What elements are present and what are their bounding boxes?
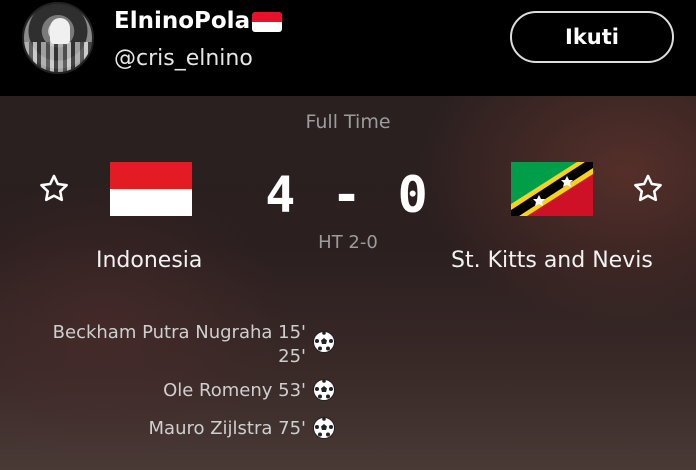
away-team-name[interactable]: St. Kitts and Nevis (451, 248, 653, 273)
goal-ball-icon (312, 378, 336, 402)
match-card[interactable]: Full Time 4 - 0 HT 2-0 Indonesia St. Kit… (0, 96, 696, 470)
avatar[interactable] (22, 2, 94, 74)
match-status: Full Time (305, 111, 391, 133)
home-team-name[interactable]: Indonesia (96, 248, 202, 273)
goal-ball-icon (312, 330, 336, 354)
follow-button[interactable]: Ikuti (510, 11, 674, 63)
scorer-1-extra: 25' (278, 346, 306, 367)
tweet-header: ElninoPola @cris_elnino Ikuti (0, 0, 696, 96)
avatar-crowd (24, 42, 92, 72)
goal-ball-icon (312, 416, 336, 440)
favorite-away-star-icon[interactable] (631, 172, 665, 206)
avatar-person (50, 18, 70, 44)
user-handle[interactable]: @cris_elnino (114, 46, 253, 71)
scorer-1: Beckham Putra Nugraha 15' (52, 322, 306, 343)
display-name[interactable]: ElninoPola (114, 8, 250, 34)
scorer-3: Mauro Zijlstra 75' (148, 418, 306, 439)
name-row: ElninoPola (114, 8, 283, 34)
indonesia-flag-emoji-icon (252, 12, 283, 32)
st-kitts-and-nevis-flag-icon (511, 162, 593, 216)
scorer-2: Ole Romeny 53' (163, 380, 306, 401)
